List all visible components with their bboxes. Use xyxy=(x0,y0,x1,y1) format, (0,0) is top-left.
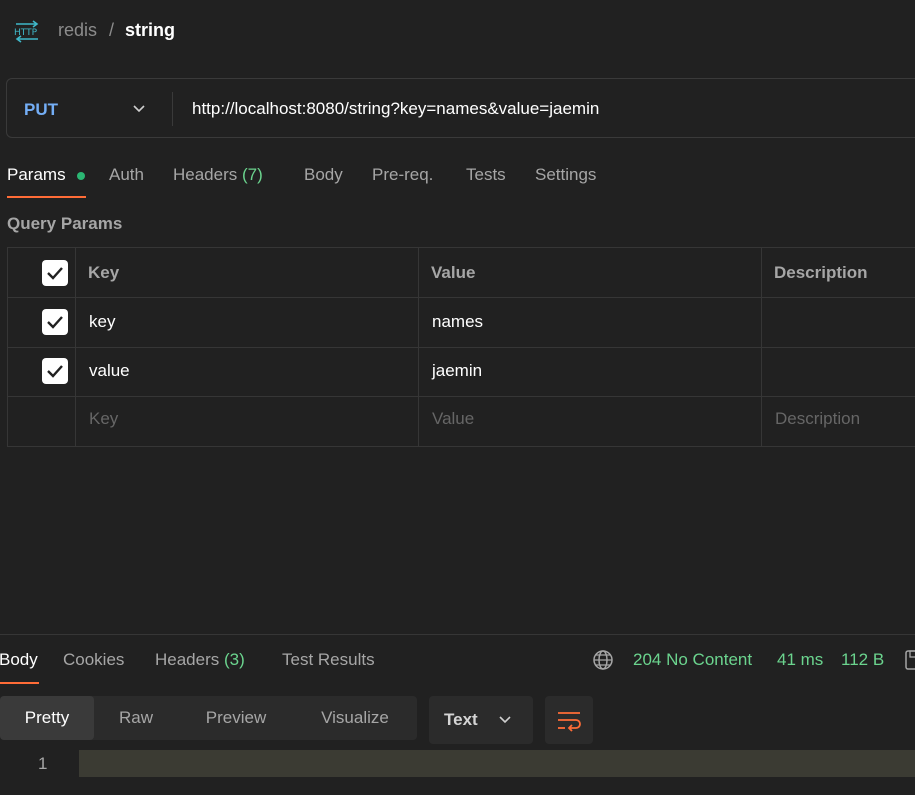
response-tab-headers[interactable]: Headers (3) xyxy=(155,650,245,670)
response-status[interactable]: 204 No Content xyxy=(633,650,752,670)
url-input[interactable]: http://localhost:8080/string?key=names&v… xyxy=(192,99,599,119)
tab-settings[interactable]: Settings xyxy=(535,165,596,185)
response-tab-body[interactable]: Body xyxy=(0,650,38,670)
param-key-cell[interactable]: value xyxy=(89,361,130,381)
checkmark-icon xyxy=(47,267,63,280)
url-divider xyxy=(172,92,173,126)
editor-active-line[interactable] xyxy=(79,750,915,777)
breadcrumb-separator: / xyxy=(109,20,115,40)
select-all-checkbox[interactable] xyxy=(42,260,68,286)
param-value-cell[interactable]: names xyxy=(432,312,483,332)
tab-headers[interactable]: Headers (7) xyxy=(173,165,263,185)
method-select[interactable]: PUT xyxy=(24,100,58,120)
tab-prereq[interactable]: Pre-req. xyxy=(372,165,433,185)
tab-params[interactable]: Params xyxy=(7,165,66,185)
chevron-down-icon[interactable] xyxy=(132,102,146,116)
table-divider xyxy=(7,297,915,298)
tab-headers-label: Headers xyxy=(173,165,238,184)
table-col-divider xyxy=(75,247,76,447)
active-tab-indicator xyxy=(7,196,86,198)
headers-count: (7) xyxy=(242,165,263,184)
checkmark-icon xyxy=(47,365,63,378)
column-header-value: Value xyxy=(431,263,476,282)
param-value-cell[interactable]: jaemin xyxy=(432,361,482,381)
view-raw-button[interactable]: Raw xyxy=(100,696,172,740)
new-key-input[interactable]: Key xyxy=(89,409,118,429)
chevron-down-icon xyxy=(499,716,511,724)
checkmark-icon xyxy=(47,316,63,329)
table-divider xyxy=(7,446,915,447)
table-divider xyxy=(7,396,915,397)
response-tab-cookies[interactable]: Cookies xyxy=(63,650,124,670)
table-divider xyxy=(7,347,915,348)
response-size[interactable]: 112 B xyxy=(841,650,884,670)
response-headers-count: (3) xyxy=(224,650,245,669)
row-checkbox[interactable] xyxy=(42,309,68,335)
response-tab-test-results[interactable]: Test Results xyxy=(282,650,375,670)
http-icon: HTTP xyxy=(14,20,39,43)
column-header-description: Description xyxy=(774,263,868,282)
format-select-label: Text xyxy=(444,710,478,729)
table-col-divider xyxy=(761,247,762,447)
wrap-lines-icon xyxy=(558,712,581,732)
view-pretty-button[interactable]: Pretty xyxy=(0,696,94,740)
request-name[interactable]: string xyxy=(125,20,175,41)
svg-text:HTTP: HTTP xyxy=(14,28,38,38)
table-col-divider xyxy=(418,247,419,447)
params-active-dot xyxy=(77,172,85,180)
active-tab-indicator xyxy=(0,682,39,684)
query-params-title: Query Params xyxy=(7,214,123,233)
column-header-key: Key xyxy=(88,263,120,282)
response-time[interactable]: 41 ms xyxy=(777,650,823,670)
new-description-input[interactable]: Description xyxy=(775,409,860,429)
param-key-cell[interactable]: key xyxy=(89,312,115,332)
new-value-input[interactable]: Value xyxy=(432,409,474,429)
line-number: 1 xyxy=(38,754,48,773)
tab-tests[interactable]: Tests xyxy=(466,165,506,185)
tab-auth[interactable]: Auth xyxy=(109,165,144,185)
response-tab-headers-label: Headers xyxy=(155,650,220,669)
globe-icon[interactable] xyxy=(592,649,614,671)
row-checkbox[interactable] xyxy=(42,358,68,384)
response-divider[interactable] xyxy=(0,634,915,635)
tab-body[interactable]: Body xyxy=(304,165,343,185)
breadcrumb-collection[interactable]: redis xyxy=(58,20,97,41)
save-response-icon[interactable] xyxy=(905,650,915,670)
view-visualize-button[interactable]: Visualize xyxy=(300,696,410,740)
view-preview-button[interactable]: Preview xyxy=(183,696,289,740)
